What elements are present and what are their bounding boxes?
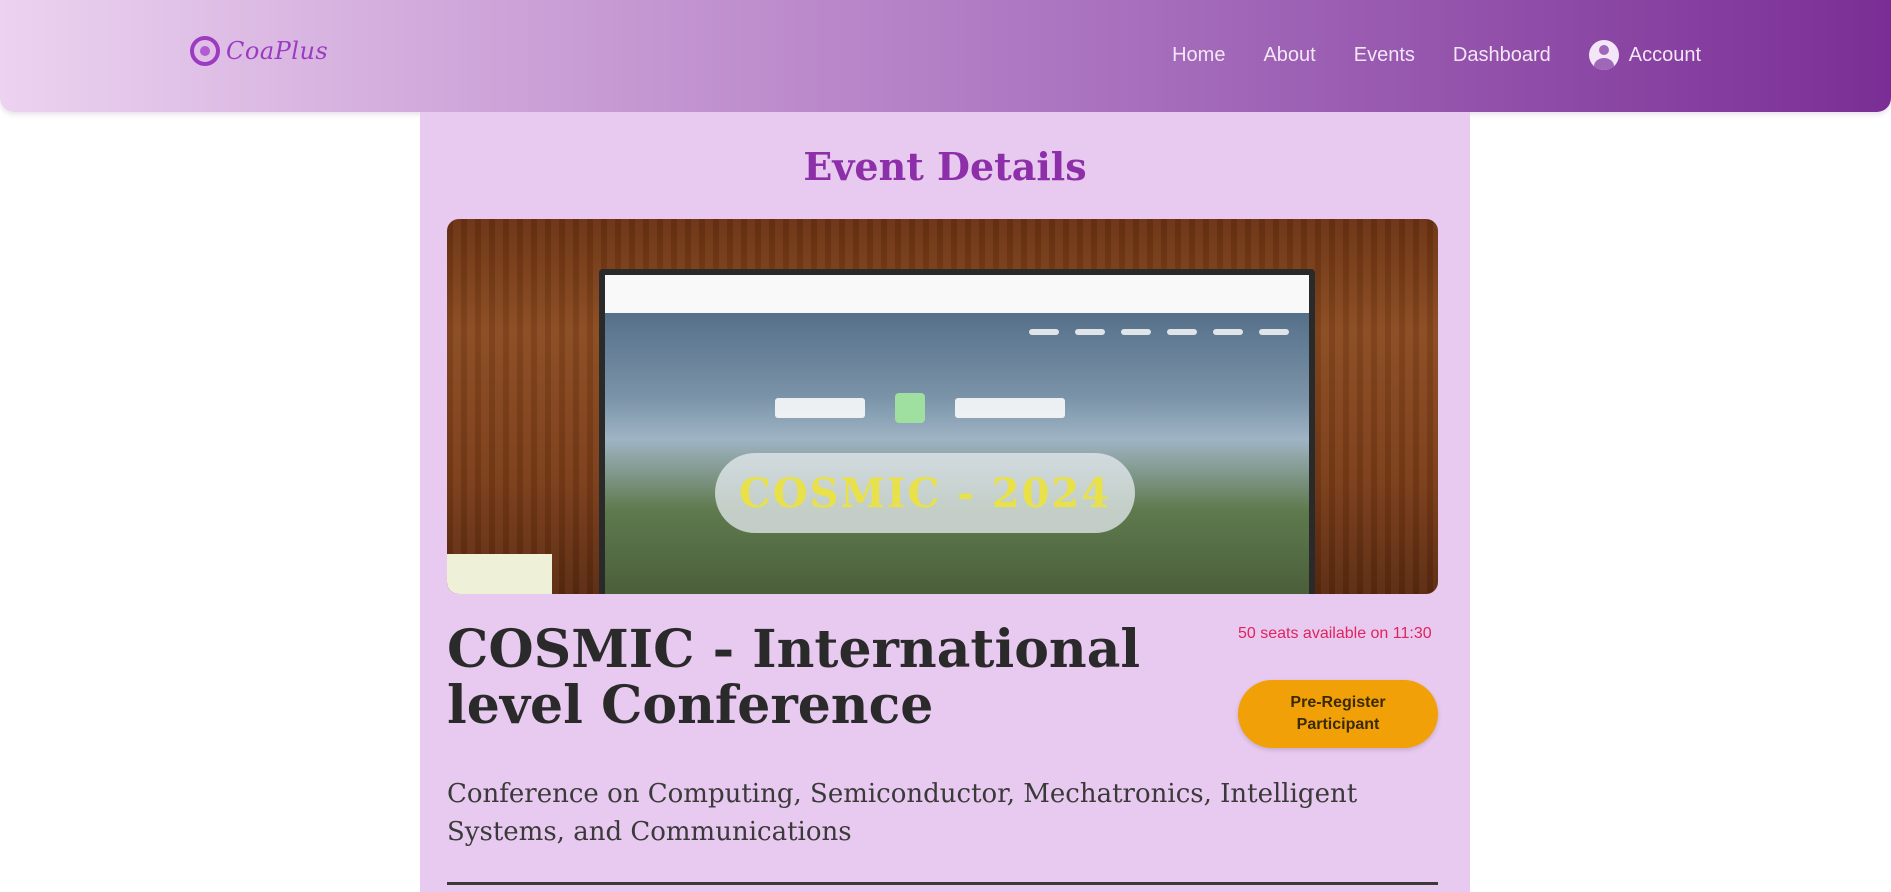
page: CoaPlus Home About Events Dashboard Acco… — [0, 0, 1891, 892]
screen-landscape: COSMIC - 2024 — [605, 313, 1309, 594]
account-label: Account — [1628, 43, 1701, 66]
user-avatar-icon — [1588, 40, 1619, 70]
brand-logo[interactable]: CoaPlus — [190, 36, 328, 66]
banner-text: COSMIC - 2024 — [738, 469, 1112, 517]
monitor-screen: COSMIC - 2024 — [599, 269, 1315, 594]
desk-paper — [447, 554, 552, 594]
section-divider — [447, 882, 1438, 885]
screen-browser-bar — [605, 275, 1309, 314]
nav-link-about[interactable]: About — [1263, 44, 1315, 67]
event-title: COSMIC - International level Conference — [447, 619, 1141, 736]
seats-available-text: 50 seats available on 11:30 — [1238, 625, 1432, 642]
nav-link-events[interactable]: Events — [1354, 44, 1415, 67]
event-subtitle: Conference on Computing, Semiconductor, … — [447, 779, 1358, 847]
event-details-panel: Event Details COSMIC - 2024 COSMIC - Int… — [420, 112, 1470, 892]
logo-icon — [190, 36, 220, 66]
nav-link-dashboard[interactable]: Dashboard — [1453, 44, 1551, 67]
nav-link-home[interactable]: Home — [1172, 44, 1225, 67]
top-navbar: CoaPlus Home About Events Dashboard Acco… — [0, 0, 1891, 112]
event-hero-image: COSMIC - 2024 — [447, 219, 1438, 594]
account-menu[interactable]: Account — [1588, 40, 1701, 70]
logo-text: CoaPlus — [226, 37, 329, 65]
screen-event-banner: COSMIC - 2024 — [715, 453, 1135, 533]
screen-partner-logos — [775, 393, 1065, 423]
register-button[interactable]: Pre-Register Participant — [1238, 680, 1438, 748]
nav-links: Home About Events Dashboard Account — [1172, 40, 1701, 70]
screen-nav-items — [1029, 329, 1289, 335]
page-title: Event Details — [803, 144, 1087, 189]
